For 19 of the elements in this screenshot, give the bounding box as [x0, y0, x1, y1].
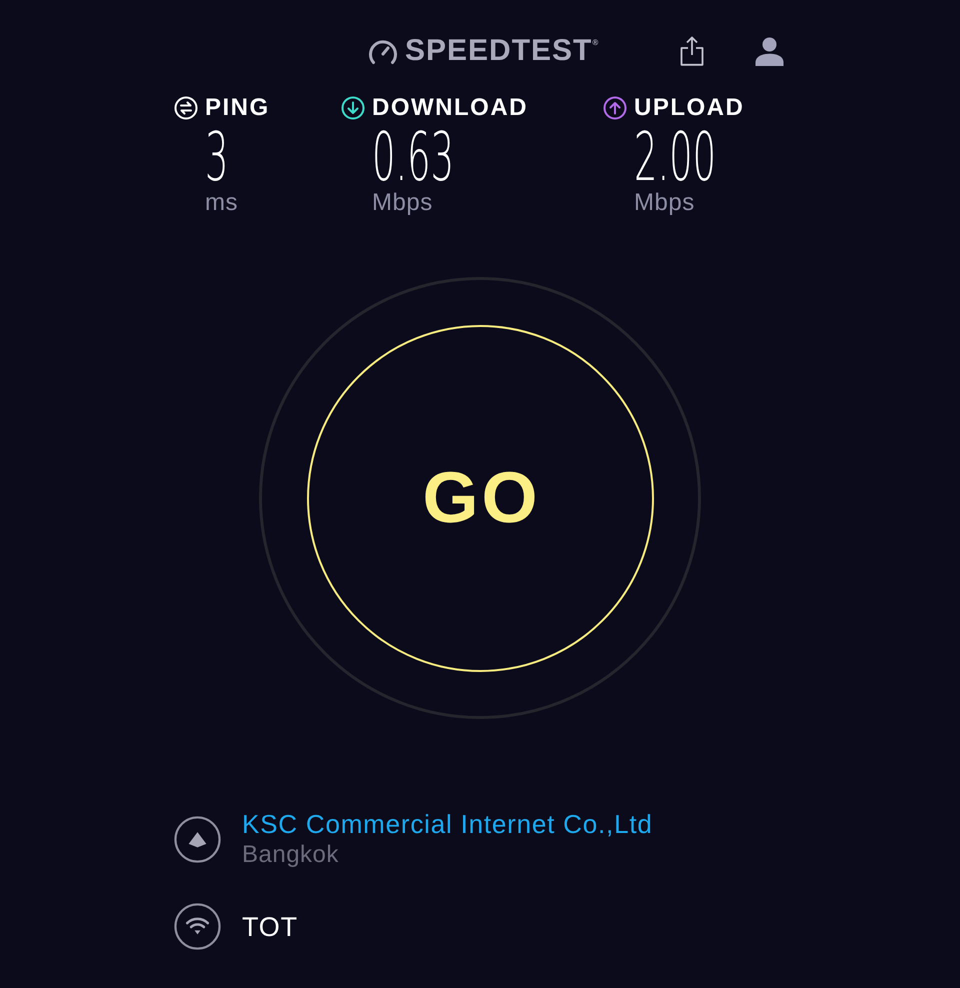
person-icon[interactable]: [755, 36, 784, 66]
server-location: Bangkok: [242, 841, 339, 869]
metric-label: PING: [205, 94, 270, 122]
pyramid-icon: [174, 816, 221, 863]
metric-unit: Mbps: [634, 189, 695, 217]
metric-unit: ms: [205, 189, 238, 217]
wifi-icon: [174, 903, 221, 950]
share-icon[interactable]: [680, 36, 704, 66]
gauge-icon: [367, 38, 399, 64]
metric-label: DOWNLOAD: [372, 94, 528, 122]
network-name: TOT: [242, 912, 298, 942]
metric-value: 3: [205, 129, 228, 185]
metric-value: 0.63: [372, 129, 454, 185]
metric-value: 2.00: [634, 129, 716, 185]
metric-unit: Mbps: [372, 189, 433, 217]
metric-label: UPLOAD: [634, 94, 744, 122]
logo-text: SPEEDTEST$^{®}$: [405, 35, 598, 67]
go-button[interactable]: GO: [306, 324, 654, 672]
server-name[interactable]: KSC Commercial Internet Co.,Ltd: [242, 809, 653, 839]
